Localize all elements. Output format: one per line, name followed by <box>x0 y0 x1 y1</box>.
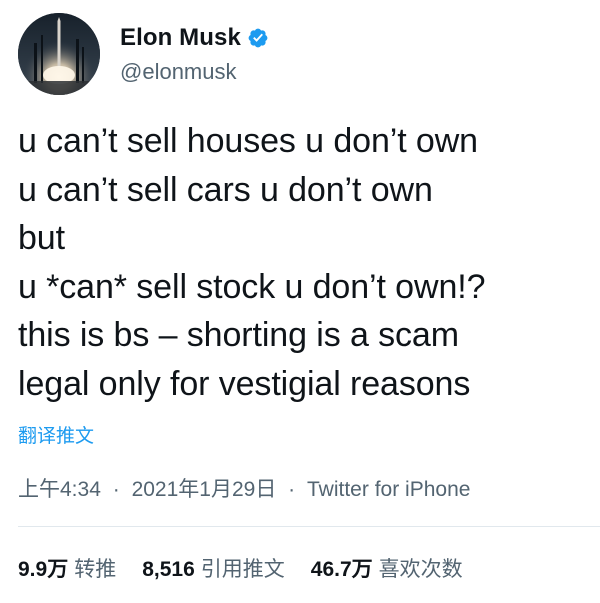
divider <box>18 526 600 527</box>
user-info: Elon Musk @elonmusk <box>120 13 269 95</box>
avatar[interactable] <box>18 13 100 95</box>
likes-count: 46.7万 <box>310 558 373 581</box>
name-row: Elon Musk <box>120 23 269 53</box>
display-name[interactable]: Elon Musk <box>120 24 241 52</box>
tweet-line: legal only for vestigial reasons <box>18 364 471 403</box>
user-handle[interactable]: @elonmusk <box>120 59 269 85</box>
tweet-line: u *can* sell stock u don’t own!? <box>18 267 486 306</box>
quotes-stat[interactable]: 8,516 引用推文 <box>142 553 285 583</box>
likes-label: 喜欢次数 <box>378 558 463 581</box>
tweet-line: u can’t sell houses u don’t own <box>18 122 478 160</box>
retweets-label: 转推 <box>74 558 117 581</box>
meta-separator: · <box>288 478 296 501</box>
quotes-count: 8,516 <box>142 558 195 581</box>
tweet-line: u can’t sell cars u don’t own <box>18 170 433 209</box>
tweet-date[interactable]: 2021年1月29日 <box>132 478 277 501</box>
tweet-line: but <box>18 219 65 257</box>
retweets-stat[interactable]: 9.9万 转推 <box>18 553 116 583</box>
quotes-label: 引用推文 <box>200 558 285 581</box>
verified-badge-icon <box>247 27 269 49</box>
meta-separator: · <box>112 478 120 501</box>
retweets-count: 9.9万 <box>18 558 69 581</box>
engagement-stats: 9.9万 转推 8,516 引用推文 46.7万 喜欢次数 <box>18 553 489 583</box>
translate-tweet-link[interactable]: 翻译推文 <box>18 421 94 448</box>
avatar-image <box>18 13 100 95</box>
tweet-header: Elon Musk @elonmusk <box>18 12 269 96</box>
tweet-line: this is bs – shorting is a scam <box>18 316 459 354</box>
tweet-source[interactable]: Twitter for iPhone <box>307 478 470 501</box>
tweet-meta: 上午4:34 · 2021年1月29日 · Twitter for iPhone <box>18 473 470 503</box>
likes-stat[interactable]: 46.7万 喜欢次数 <box>311 553 463 583</box>
tweet-time[interactable]: 上午4:34 <box>18 478 101 501</box>
tweet-text: u can’t sell houses u don’t own u can’t … <box>18 117 588 408</box>
